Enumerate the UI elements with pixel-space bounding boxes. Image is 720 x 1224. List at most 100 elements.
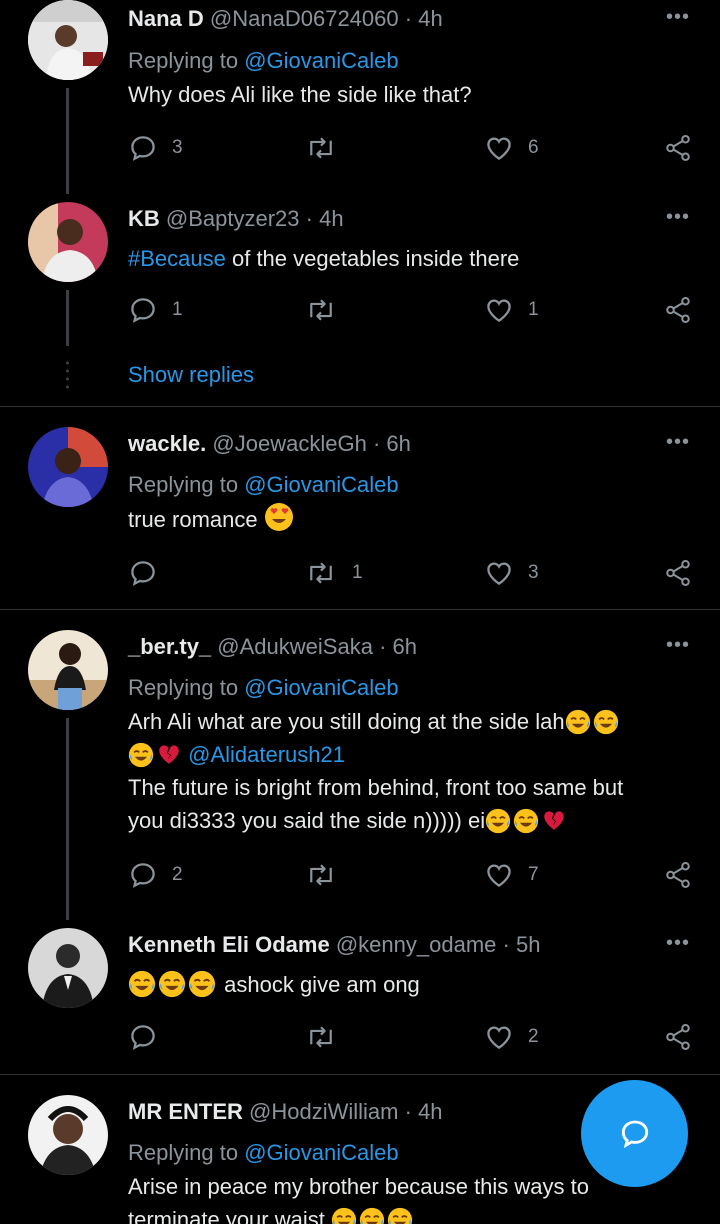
display-name[interactable]: wackle. [128,431,206,456]
display-name[interactable]: Kenneth Eli Odame [128,932,330,957]
like-count: 3 [528,562,539,583]
tweet-kb[interactable]: KB @Baptyzer23 · 4h #Because of the vege… [0,200,720,406]
more-options-icon[interactable]: ••• [666,206,690,229]
tweet-berty[interactable]: _ber.ty_ @AdukweiSaka · 6h Replying to @… [0,610,720,924]
more-options-icon[interactable]: ••• [666,932,690,955]
rolling-laughing-emoji-icon [331,1207,357,1224]
tweet-text: Arh Ali what are you still doing at the … [128,709,624,834]
like-button[interactable]: 2 [484,1020,539,1054]
timestamp[interactable]: 6h [393,634,417,659]
tweet-wackle[interactable]: wackle. @JoewackleGh · 6h Replying to @G… [0,407,720,609]
user-handle[interactable]: @HodziWilliam [249,1099,398,1124]
mention-link[interactable]: @GiovaniCaleb [244,675,398,700]
tweet-header: _ber.ty_ @AdukweiSaka · 6h [128,634,417,659]
user-handle[interactable]: @Baptyzer23 [166,206,300,231]
show-replies-link[interactable]: Show replies [128,362,254,388]
retweet-button[interactable] [304,858,352,892]
reply-icon [131,1025,155,1050]
like-button[interactable]: 7 [484,858,539,892]
user-handle[interactable]: @JoewackleGh [212,431,366,456]
tweet-header: Kenneth Eli Odame @kenny_odame · 5h [128,932,541,957]
more-options-icon[interactable]: ••• [666,431,690,454]
avatar[interactable] [28,202,108,282]
user-handle[interactable]: @NanaD06724060 [210,6,399,31]
retweet-count: 1 [352,562,363,583]
share-button[interactable] [663,556,693,590]
timestamp[interactable]: 4h [418,6,442,31]
retweet-icon [310,137,332,159]
reply-button[interactable]: 2 [128,858,183,892]
retweet-button[interactable]: 1 [304,556,363,590]
reply-button[interactable] [128,1020,172,1054]
avatar[interactable] [28,630,108,710]
compose-reply-button[interactable] [581,1080,688,1187]
display-name[interactable]: KB [128,206,160,231]
share-icon [666,1024,690,1050]
timestamp[interactable]: 5h [516,932,540,957]
avatar[interactable] [28,0,108,80]
share-button[interactable] [663,1020,693,1054]
timestamp[interactable]: 6h [386,431,410,456]
like-count: 2 [528,1026,539,1047]
tweet-text: #Because of the vegetables inside there [128,246,520,271]
like-button[interactable]: 6 [484,131,539,165]
reply-icon [131,863,155,888]
timestamp[interactable]: 4h [418,1099,442,1124]
display-name[interactable]: _ber.ty_ [128,634,211,659]
tears-of-joy-emoji-icon [128,970,156,998]
tweet-kenneth[interactable]: Kenneth Eli Odame @kenny_odame · 5h asho… [0,924,720,1074]
retweet-button[interactable] [304,131,352,165]
like-count: 1 [528,299,539,320]
tweet-text: ashock give am ong [128,968,700,1001]
more-options-icon[interactable]: ••• [666,634,690,657]
tears-of-joy-emoji-icon [188,970,216,998]
like-button[interactable]: 1 [484,293,539,327]
reply-button[interactable] [128,556,172,590]
timestamp[interactable]: 4h [319,206,343,231]
tweet-header: wackle. @JoewackleGh · 6h [128,431,411,456]
retweet-button[interactable] [304,293,352,327]
share-button[interactable] [663,858,693,892]
share-icon [666,297,690,323]
reply-button[interactable]: 3 [128,131,183,165]
share-button[interactable] [663,293,693,327]
tweet-header: Nana D @NanaD06724060 · 4h [128,6,443,31]
mention-link[interactable]: @GiovaniCaleb [244,48,398,73]
mention-link[interactable]: @Alidaterush21 [188,742,345,767]
reply-bubble-icon [621,1120,648,1148]
tweet-text: true romance [128,502,700,536]
avatar[interactable] [28,928,108,1008]
reply-count: 2 [172,864,183,885]
hashtag-link[interactable]: #Because [128,246,226,271]
tears-of-joy-emoji-icon [565,709,591,735]
avatar[interactable] [28,1095,108,1175]
reply-button[interactable]: 1 [128,293,183,327]
reply-icon [131,136,155,161]
avatar[interactable] [28,427,108,507]
thread-line [66,718,69,920]
like-button[interactable]: 3 [484,556,539,590]
tweet-text: Why does Ali like the side like that? [128,82,472,107]
heart-icon [487,137,511,160]
tears-of-joy-emoji-icon [128,742,154,768]
thread-line [66,290,69,346]
user-handle[interactable]: @kenny_odame [336,932,497,957]
tweet-nana-d[interactable]: Nana D @NanaD06724060 · 4h Replying to @… [0,0,720,200]
replying-to: Replying to @GiovaniCaleb [128,472,399,497]
display-name[interactable]: Nana D [128,6,204,31]
user-handle[interactable]: @AdukweiSaka [217,634,373,659]
tears-of-joy-emoji-icon [158,970,186,998]
share-icon [666,135,690,161]
retweet-button[interactable] [304,1020,352,1054]
mention-link[interactable]: @GiovaniCaleb [244,1140,398,1165]
heart-icon [487,1026,511,1049]
share-button[interactable] [663,131,693,165]
display-name[interactable]: MR ENTER [128,1099,243,1124]
tears-of-joy-emoji-icon [593,709,619,735]
rolling-laughing-emoji-icon [359,1207,385,1224]
mention-link[interactable]: @GiovaniCaleb [244,472,398,497]
heart-icon [487,299,511,322]
more-options-icon[interactable]: ••• [666,6,690,29]
like-count: 6 [528,137,539,158]
like-count: 7 [528,864,539,885]
